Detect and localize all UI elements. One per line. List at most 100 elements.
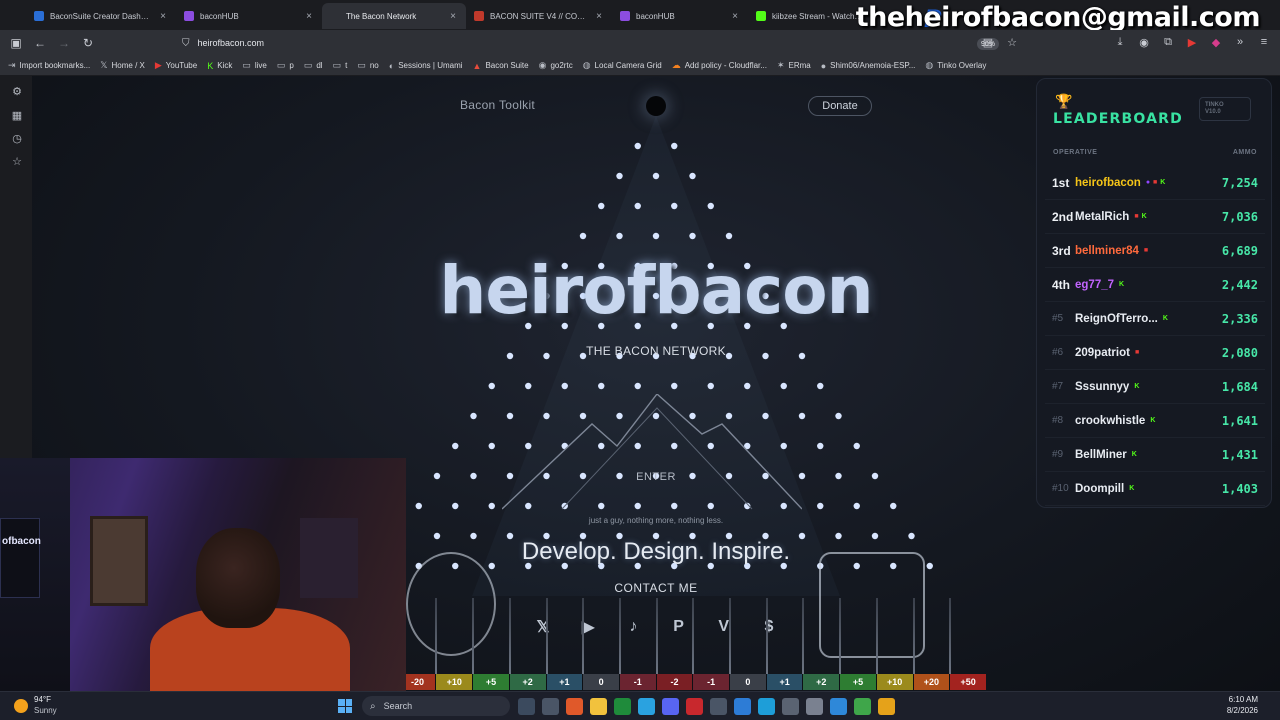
enter-button[interactable]: ENTER [594,463,718,491]
sun-icon[interactable] [14,699,28,713]
slot-divider [839,598,842,674]
tab-close-icon[interactable]: × [594,11,604,22]
leaderboard-row[interactable]: #7 Sssunnyy K 1,684 [1045,370,1265,404]
contact-button[interactable]: CONTACT ME [592,581,720,595]
cashapp-icon[interactable]: $ [758,616,780,638]
weather-description[interactable]: Sunny [34,706,57,715]
bookmark-item[interactable]: ◉ go2rtc [539,60,573,71]
slot-divider [802,598,805,674]
plinko-peg [853,442,860,450]
menu-icon[interactable]: ≡ [1256,33,1272,51]
bookmark-item[interactable]: ▭ no [357,60,378,71]
browser-tab[interactable]: baconHUB × [612,3,748,29]
bookmark-item[interactable]: ▭ p [277,60,294,71]
overflow-chevron-icon[interactable]: » [1232,33,1248,51]
taskbar-app-icon[interactable] [710,698,727,715]
taskbar-app-icon[interactable] [590,698,607,715]
operative-name: 209patriot [1075,346,1130,359]
downloads-icon[interactable]: ⤓ [1112,33,1128,51]
bookmarks-icon[interactable]: ▦ [10,108,24,122]
taskbar-search[interactable]: ⌕ Search [362,696,510,716]
taskbar-app-icon[interactable] [662,698,679,715]
weather-temperature[interactable]: 94°F [34,695,51,704]
favorites-icon[interactable]: ☆ [10,154,24,168]
leaderboard-row[interactable]: 3rd bellminer84 ■ 6,689 [1045,234,1265,268]
tab-close-icon[interactable]: × [158,11,168,22]
bookmark-star-icon[interactable]: ☆ [1004,33,1020,51]
extensions-icon[interactable]: ⧉ [1160,33,1176,51]
browser-tab[interactable]: baconHUB × [176,3,322,29]
browser-tab[interactable]: BaconSuite Creator Dashboard × [26,3,176,29]
bookmark-item[interactable]: ▭ live [242,60,267,71]
globe-icon: ◍ [925,60,934,70]
leaderboard-row[interactable]: #6 209patriot ■ 2,080 [1045,336,1265,370]
plinko-peg [835,472,842,480]
ai-chat-icon[interactable]: ⚙ [10,84,24,98]
back-icon[interactable]: ← [28,31,52,55]
toolkit-link[interactable]: Bacon Toolkit [460,98,535,112]
taskbar-app-icon[interactable] [518,698,535,715]
taskbar-app-icon[interactable] [542,698,559,715]
bookmark-item[interactable]: ✶ ERma [777,60,811,71]
bookmark-item[interactable]: ▲ Bacon Suite [473,61,529,71]
ammo-count: 1,431 [1221,447,1258,462]
mountain-logo-icon [502,394,802,510]
reload-icon[interactable]: ↻ [76,31,100,55]
leaderboard-row[interactable]: #5 ReignOfTerro... K 2,336 [1045,302,1265,336]
bookmark-item[interactable]: ◍ Tinko Overlay [925,60,986,71]
taskbar-app-icon[interactable] [734,698,751,715]
taskbar-app-icon[interactable] [878,698,895,715]
clock-time[interactable]: 6:10 AM [1218,695,1258,704]
tab-close-icon[interactable]: × [730,11,740,22]
taskbar-app-icon[interactable] [686,698,703,715]
ext-pink-icon[interactable]: ◆ [1208,33,1224,51]
tab-close-icon[interactable]: × [304,11,314,22]
bookmark-item[interactable]: K Kick [207,61,232,71]
bookmark-item[interactable]: ● Shim06/Anemoia-ESP... [821,61,916,71]
leaderboard-row[interactable]: 2nd MetalRich ■ K 7,036 [1045,200,1265,234]
bookmark-item[interactable]: ▭ dl [304,60,323,71]
youtube-icon[interactable]: ▶ [577,616,599,638]
webcam-overlay: ofbacon [0,458,406,691]
site-info-icon[interactable]: ⛉ [182,38,190,49]
leaderboard-row[interactable]: #9 BellMiner K 1,431 [1045,438,1265,472]
taskbar-app-icon[interactable] [854,698,871,715]
drop-orb [646,96,666,116]
bookmark-item[interactable]: ◍ Local Camera Grid [583,60,662,71]
venmo-icon[interactable]: V [713,616,735,638]
bookmark-item[interactable]: 𝕏 Home / X [100,60,145,71]
x-icon[interactable]: 𝕏 [532,616,554,638]
platform-badge-icon: K [1162,315,1168,322]
youtube-ext-icon[interactable]: ▶ [1184,33,1200,51]
profile-icon[interactable]: ◉ [1136,33,1152,51]
start-windows-icon[interactable] [338,699,352,713]
taskbar-app-icon[interactable] [830,698,847,715]
leaderboard-row[interactable]: #10 Doompill K 1,403 [1045,472,1265,506]
url-field[interactable]: ⛉ heirofbacon.com [176,33,1026,53]
donate-button[interactable]: Donate [808,96,872,116]
bookmark-item[interactable]: ▶ YouTube [155,60,197,71]
taskbar-app-icon[interactable] [782,698,799,715]
leaderboard-row[interactable]: #8 crookwhistle K 1,641 [1045,404,1265,438]
paypal-icon[interactable]: P [668,616,690,638]
sidebar-toggle-icon[interactable]: ▣ [4,31,28,55]
tiktok-icon[interactable]: ♪ [622,616,644,638]
browser-tab[interactable]: BACON SUITE V4 // COMMAND × [466,3,612,29]
bookmark-item[interactable]: ☁ Add policy - Cloudflar... [672,60,767,71]
reader-view-icon[interactable]: ▤ [980,33,996,51]
leaderboard-row[interactable]: 1st heirofbacon ● ■ K 7,254 [1045,166,1265,200]
clock-date[interactable]: 8/2/2026 [1210,706,1258,715]
taskbar-app-icon[interactable] [638,698,655,715]
leaderboard-row[interactable]: 4th eg77_7 K 2,442 [1045,268,1265,302]
taskbar-app-icon[interactable] [614,698,631,715]
taskbar-app-icon[interactable] [566,698,583,715]
browser-tab[interactable]: The Bacon Network × [322,3,466,29]
bookmark-item[interactable]: ◐ Sessions | Umami [389,61,463,71]
taskbar-app-icon[interactable] [758,698,775,715]
tab-close-icon[interactable]: × [448,11,458,22]
bookmark-item[interactable]: ⇥ Import bookmarks... [8,60,90,71]
bookmark-item[interactable]: ▭ t [333,60,348,71]
history-icon[interactable]: ◷ [10,131,24,145]
taskbar-app-icon[interactable] [806,698,823,715]
forward-icon[interactable]: → [52,31,76,55]
